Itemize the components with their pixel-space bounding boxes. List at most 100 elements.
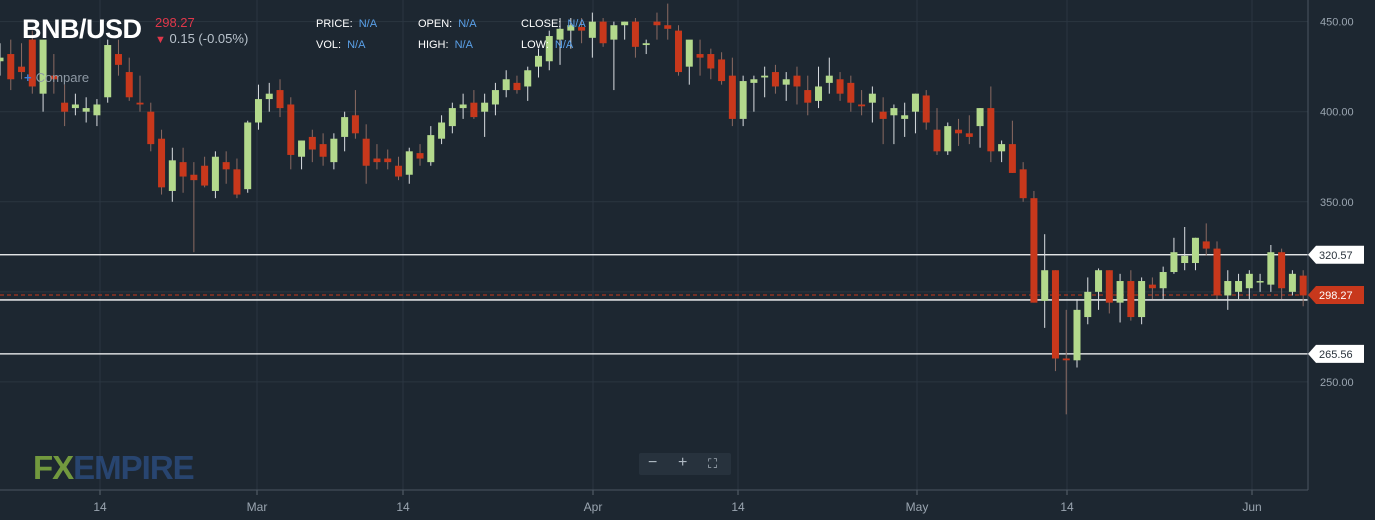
candle-body [481,102,489,112]
candle-body [1051,270,1059,359]
candle-body [890,108,898,116]
x-tick-label: Mar [247,500,268,514]
candle-body [244,122,252,190]
stat-price: PRICE: N/A [316,18,378,30]
fullscreen-button[interactable]: ⛶ [708,456,717,472]
candle-body [319,144,327,157]
last-price: 298.27 [155,15,195,30]
x-tick-label: Jun [1242,500,1261,514]
candle-body [384,158,392,163]
candle-body [405,151,413,175]
candle-body [987,108,995,152]
candle-body [147,111,155,145]
zoom-in-button[interactable]: + [678,454,687,472]
candle-body [168,160,176,191]
candle-body [1084,291,1092,318]
down-arrow-icon: ▼ [155,34,166,46]
candle-body [287,104,295,155]
candle-body [1245,273,1253,289]
candle-body [104,45,112,98]
candle-body [815,86,823,101]
x-tick-label: May [906,500,929,514]
stat-open: OPEN: N/A [418,18,477,30]
candle-body [664,25,672,29]
stat-high: HIGH: N/A [418,39,473,51]
candle-body [836,79,844,94]
candle-body [1148,284,1156,289]
candle-body [610,25,618,40]
stat-low: LOW: N/A [521,39,574,51]
candle-body [459,104,467,109]
x-tick-label: 14 [93,500,107,514]
price-chart[interactable]: 250.00300.00350.00400.00450.00 14Mar14Ap… [0,0,1375,520]
candle-body [858,104,866,107]
candle-body [976,108,984,127]
candle-body [1116,281,1124,303]
candle-body [642,43,650,46]
chart-grid [0,0,1308,490]
candle-body [179,162,187,177]
price-change-value: 0.15 (-0.05%) [169,31,249,46]
candle-body [621,21,629,26]
candle-body [1235,281,1243,292]
candle-body [330,138,338,163]
candle-body [1299,275,1307,296]
stat-vol: VOL: N/A [316,39,366,51]
candle-body [911,93,919,112]
candle-body [1138,281,1146,318]
candle-body [1008,144,1016,173]
candle-body [879,111,887,119]
level-label: 265.56 [1319,349,1353,361]
y-tick-label: 400.00 [1320,107,1354,119]
candle-body [448,108,456,127]
stat-close: CLOSE: N/A [521,18,586,30]
candle-body [513,82,521,91]
candle-body [254,99,262,123]
symbol-title: BNB/USD [22,14,142,44]
candle-body [190,174,198,181]
candle-body [1095,270,1103,292]
candle-body [7,54,15,80]
candle-body [696,54,704,58]
candle-body [782,79,790,85]
candle-body [793,75,801,87]
candle-body [39,39,47,94]
candle-body [470,102,478,118]
candle-body [416,153,424,159]
candle-body [922,95,930,123]
candle-body [707,54,715,69]
x-tick-label: 14 [731,500,745,514]
candle-body [438,122,446,139]
candle-body [341,117,349,137]
candle-body [1073,309,1081,361]
candle-body [1159,272,1167,289]
candle-body [1224,281,1232,296]
candle-body [373,158,381,163]
candle-body [308,136,316,150]
candle-body [491,90,499,105]
fxempire-logo: FXEMPIRE [33,449,195,486]
candle-body [362,138,370,166]
candle-body [901,115,909,119]
candle-body [750,79,758,83]
candle-body [1181,255,1189,264]
support-resistance-lines [0,254,1308,355]
candle-body [71,104,79,109]
candle-body [933,129,941,152]
candle-body [298,140,306,157]
candle-body [825,75,833,83]
candle-body [1202,241,1210,249]
candle-body [1170,252,1178,273]
candle-body [1062,358,1070,361]
candle-body [1019,169,1027,199]
x-tick-label: 14 [1060,500,1074,514]
candle-body [728,75,736,119]
y-tick-label: 450.00 [1320,17,1354,29]
candle-body [653,21,661,26]
candle-body [718,59,726,82]
candle-body [222,162,230,170]
candle-body [1191,237,1199,264]
compare-button[interactable]: + Compare [24,70,89,85]
zoom-controls: − + ⛶ [639,453,731,475]
zoom-out-button[interactable]: − [648,454,657,472]
